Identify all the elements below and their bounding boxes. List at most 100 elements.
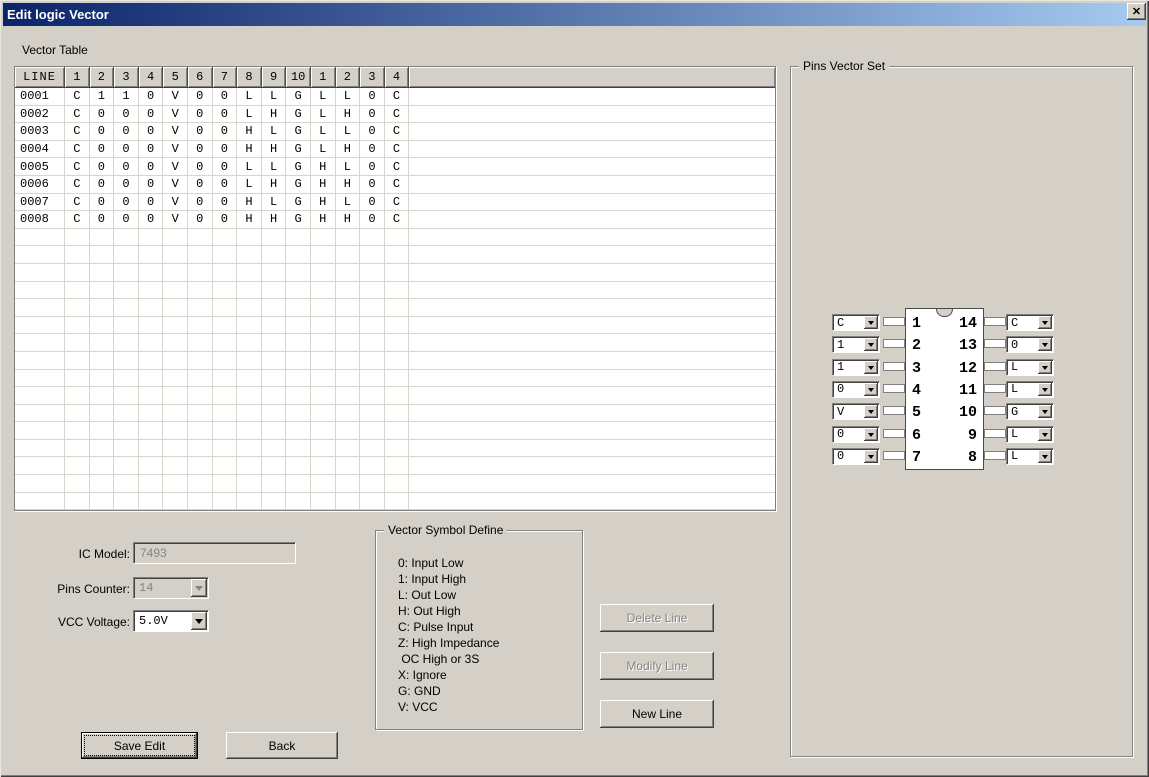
row-filler bbox=[409, 158, 775, 175]
chevron-down-icon[interactable] bbox=[1038, 316, 1052, 329]
table-row[interactable] bbox=[15, 387, 775, 405]
pin-5-select[interactable]: V bbox=[832, 403, 880, 420]
delete-line-button: Delete Line bbox=[600, 604, 714, 632]
vector-cell bbox=[163, 493, 188, 510]
chevron-down-icon[interactable] bbox=[864, 450, 878, 463]
pin-6-select[interactable]: 0 bbox=[832, 426, 880, 443]
chevron-down-icon[interactable] bbox=[1038, 338, 1052, 351]
vector-cell bbox=[311, 264, 336, 281]
vector-cell bbox=[213, 405, 238, 422]
chevron-down-icon[interactable] bbox=[864, 428, 878, 441]
table-row[interactable]: 0006C000V00LHGHH0C bbox=[15, 176, 775, 194]
vector-cell bbox=[237, 457, 262, 474]
chevron-down-icon[interactable] bbox=[1038, 383, 1052, 396]
column-header[interactable]: 5 bbox=[163, 67, 187, 87]
vector-cell: V bbox=[163, 194, 188, 211]
close-button[interactable]: ✕ bbox=[1127, 3, 1146, 20]
vector-cell: 0 bbox=[360, 211, 385, 228]
vcc-voltage-select[interactable]: 5.0V bbox=[133, 610, 209, 632]
chevron-down-icon[interactable] bbox=[864, 405, 878, 418]
vector-cell bbox=[139, 440, 164, 457]
column-header[interactable]: 2 bbox=[90, 67, 114, 87]
table-row[interactable] bbox=[15, 493, 775, 511]
column-header[interactable]: 3 bbox=[114, 67, 138, 87]
save-edit-button[interactable]: Save Edit bbox=[81, 732, 198, 759]
column-header[interactable]: 4 bbox=[385, 67, 409, 87]
pin-13-select[interactable]: 0 bbox=[1006, 336, 1054, 353]
column-header[interactable]: LINE bbox=[15, 67, 64, 87]
column-header[interactable]: 1 bbox=[311, 67, 335, 87]
pin-1-value: C bbox=[837, 315, 864, 330]
row-filler bbox=[409, 493, 775, 510]
vector-cell bbox=[163, 405, 188, 422]
chevron-down-icon[interactable] bbox=[1038, 428, 1052, 441]
vector-cell bbox=[188, 246, 213, 263]
chevron-down-icon[interactable] bbox=[864, 316, 878, 329]
column-header[interactable]: 2 bbox=[336, 67, 360, 87]
table-row[interactable] bbox=[15, 440, 775, 458]
vector-cell: 0 bbox=[188, 158, 213, 175]
column-header[interactable]: 7 bbox=[213, 67, 237, 87]
pin-8-select[interactable]: L bbox=[1006, 448, 1054, 465]
table-row[interactable] bbox=[15, 282, 775, 300]
pin-3-select[interactable]: 1 bbox=[832, 359, 880, 376]
column-header[interactable]: 6 bbox=[188, 67, 212, 87]
pin-9-select[interactable]: L bbox=[1006, 426, 1054, 443]
pin-11-select[interactable]: L bbox=[1006, 381, 1054, 398]
vector-cell bbox=[213, 457, 238, 474]
table-row[interactable] bbox=[15, 352, 775, 370]
pin-2-select[interactable]: 1 bbox=[832, 336, 880, 353]
table-row[interactable] bbox=[15, 422, 775, 440]
column-header[interactable]: 3 bbox=[360, 67, 384, 87]
table-row[interactable] bbox=[15, 457, 775, 475]
new-line-button[interactable]: New Line bbox=[600, 700, 714, 728]
column-header[interactable]: 10 bbox=[286, 67, 310, 87]
table-row[interactable]: 0001C110V00LLGLL0C bbox=[15, 88, 775, 106]
table-row[interactable]: 0005C000V00LLGHL0C bbox=[15, 158, 775, 176]
pin-4-select[interactable]: 0 bbox=[832, 381, 880, 398]
vector-cell bbox=[139, 246, 164, 263]
pin-1-select[interactable]: C bbox=[832, 314, 880, 331]
table-row[interactable] bbox=[15, 229, 775, 247]
vector-cell: 0 bbox=[90, 176, 115, 193]
table-row[interactable]: 0004C000V00HHGLH0C bbox=[15, 141, 775, 159]
chevron-down-icon[interactable] bbox=[191, 612, 207, 630]
pin-14-select[interactable]: C bbox=[1006, 314, 1054, 331]
chevron-down-icon[interactable] bbox=[864, 361, 878, 374]
column-header[interactable]: 1 bbox=[65, 67, 89, 87]
table-row[interactable] bbox=[15, 246, 775, 264]
vector-cell: 0 bbox=[139, 194, 164, 211]
table-row[interactable]: 0008C000V00HHGHH0C bbox=[15, 211, 775, 229]
table-row[interactable] bbox=[15, 370, 775, 388]
table-row[interactable] bbox=[15, 334, 775, 352]
pin-7-select[interactable]: 0 bbox=[832, 448, 880, 465]
chevron-down-icon[interactable] bbox=[864, 338, 878, 351]
vector-symbol-define-group: Vector Symbol Define 0: Input Low1: Inpu… bbox=[375, 530, 583, 730]
back-button[interactable]: Back bbox=[226, 732, 338, 759]
table-row[interactable] bbox=[15, 475, 775, 493]
column-header[interactable]: 8 bbox=[237, 67, 261, 87]
vector-cell bbox=[286, 422, 311, 439]
table-row[interactable] bbox=[15, 264, 775, 282]
vector-cell bbox=[139, 229, 164, 246]
line-number-cell bbox=[15, 422, 65, 439]
pin-10-select[interactable]: G bbox=[1006, 403, 1054, 420]
vector-cell bbox=[311, 422, 336, 439]
table-row[interactable] bbox=[15, 405, 775, 423]
table-row[interactable]: 0003C000V00HLGLL0C bbox=[15, 123, 775, 141]
row-filler bbox=[409, 282, 775, 299]
column-header[interactable]: 4 bbox=[139, 67, 163, 87]
chevron-down-icon[interactable] bbox=[1038, 361, 1052, 374]
table-row[interactable] bbox=[15, 317, 775, 335]
vector-cell bbox=[139, 370, 164, 387]
vector-cell: 0 bbox=[213, 211, 238, 228]
pin-12-select[interactable]: L bbox=[1006, 359, 1054, 376]
table-row[interactable]: 0007C000V00HLGHL0C bbox=[15, 194, 775, 212]
chevron-down-icon[interactable] bbox=[864, 383, 878, 396]
chevron-down-icon[interactable] bbox=[1038, 450, 1052, 463]
chevron-down-icon[interactable] bbox=[1038, 405, 1052, 418]
table-row[interactable] bbox=[15, 299, 775, 317]
vector-cell: C bbox=[65, 176, 90, 193]
table-row[interactable]: 0002C000V00LHGLH0C bbox=[15, 106, 775, 124]
column-header[interactable]: 9 bbox=[262, 67, 286, 87]
